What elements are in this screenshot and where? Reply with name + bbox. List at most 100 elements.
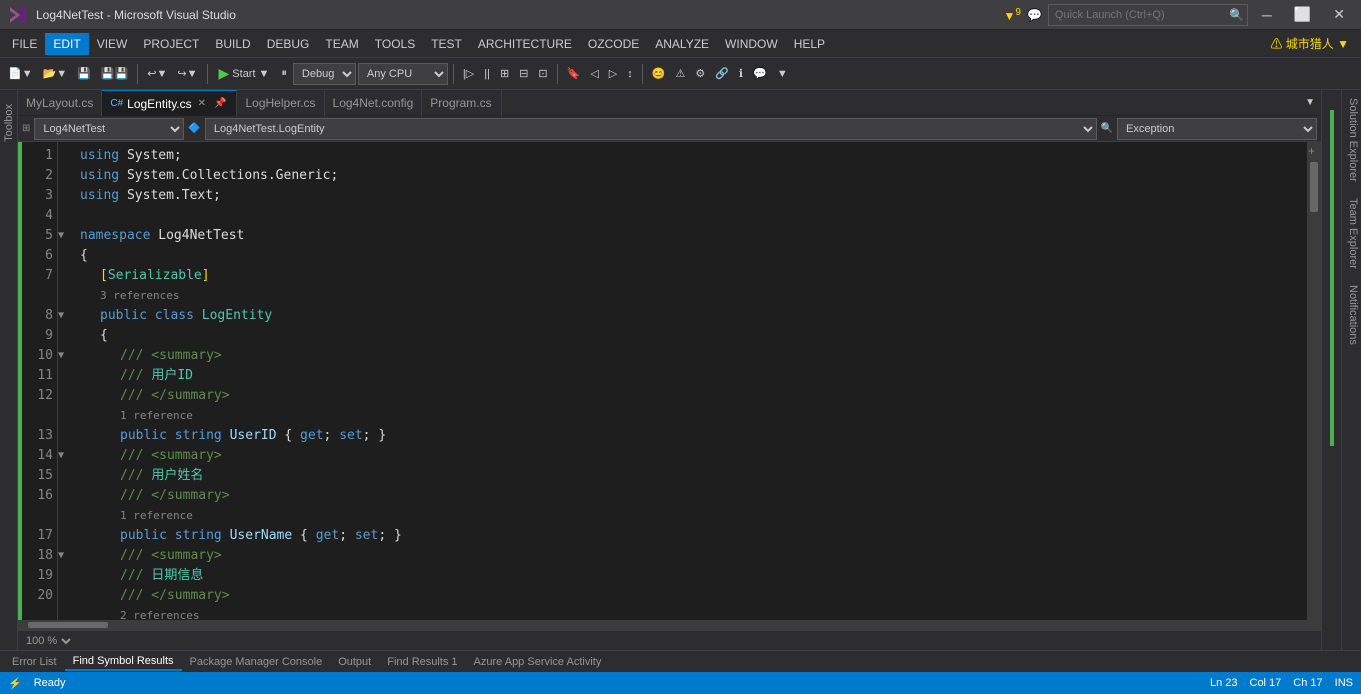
project-breadcrumb-icon: ⊞: [22, 123, 30, 134]
code-line-7: [Serializable]: [80, 266, 1299, 286]
fold-ln15: [58, 466, 72, 486]
save-all-button[interactable]: 💾💾: [97, 61, 132, 87]
redo-button[interactable]: ↪▼: [173, 61, 201, 87]
minimize-button[interactable]: ─: [1254, 0, 1280, 30]
fold-ln20b: [58, 606, 72, 620]
right-indicator-bar: [1330, 110, 1334, 446]
menu-team[interactable]: TEAM: [317, 33, 366, 55]
tab-mylayout[interactable]: MyLayout.cs: [18, 90, 102, 116]
solution-explorer-label[interactable]: Solution Explorer: [1342, 90, 1361, 190]
fold-ln5[interactable]: ▼: [58, 226, 72, 246]
tab-loghelper-label: LogHelper.cs: [245, 96, 315, 110]
toolbar-btn-f[interactable]: 🔖: [563, 61, 585, 87]
pause-button[interactable]: ⏸: [277, 61, 291, 87]
tab-logentity-pin[interactable]: 📌: [212, 98, 228, 109]
fold-ln10[interactable]: ▼: [58, 346, 72, 366]
code-line-4: [80, 206, 1299, 226]
menu-help[interactable]: HELP: [786, 33, 833, 55]
quick-launch-input[interactable]: [1048, 4, 1248, 26]
menu-tools[interactable]: TOOLS: [367, 33, 423, 55]
start-button[interactable]: ▶ Start ▼: [213, 62, 276, 86]
toolbar-btn-l[interactable]: ⚙: [691, 61, 709, 87]
tab-logentity[interactable]: C# LogEntity.cs ✕ 📌: [102, 90, 237, 116]
toolbar-btn-o[interactable]: 💬: [749, 61, 771, 87]
toolbar-btn-k[interactable]: ⚠: [671, 61, 689, 87]
scrollbar-thumb[interactable]: [1310, 162, 1318, 212]
menu-build[interactable]: BUILD: [207, 33, 258, 55]
menu-edit[interactable]: EDIT: [45, 33, 88, 55]
status-icon: ⚡: [8, 677, 22, 690]
open-button[interactable]: 📂▼: [39, 61, 72, 87]
tab-program[interactable]: Program.cs: [422, 90, 502, 116]
close-button[interactable]: ✕: [1325, 0, 1353, 30]
ln7b: 7: [22, 286, 53, 306]
menu-view[interactable]: VIEW: [89, 33, 136, 55]
bottom-tab-find-results[interactable]: Find Results 1: [379, 654, 465, 670]
menu-ozcode[interactable]: OZCODE: [580, 33, 647, 55]
toolbar-btn-m[interactable]: 🔗: [711, 61, 733, 87]
status-ready: Ready: [34, 677, 66, 689]
new-project-button[interactable]: 📄▼: [4, 61, 37, 87]
menu-window[interactable]: WINDOW: [717, 33, 786, 55]
tabs-overflow-button[interactable]: ▼: [1299, 90, 1321, 115]
notif-count: 9: [1015, 7, 1021, 18]
restore-button[interactable]: ⬜: [1286, 0, 1319, 30]
toolbar-btn-d[interactable]: ⊟: [515, 61, 532, 87]
fold-ln18[interactable]: ▼: [58, 546, 72, 566]
tab-log4net-config[interactable]: Log4Net.config: [325, 90, 423, 116]
project-dropdown[interactable]: Log4NetTest: [34, 118, 184, 140]
vertical-scrollbar[interactable]: +: [1307, 142, 1321, 620]
bottom-tab-package-manager[interactable]: Package Manager Console: [182, 654, 331, 670]
config-dropdown[interactable]: Debug: [293, 63, 356, 85]
menu-project[interactable]: PROJECT: [135, 33, 207, 55]
toolbar-btn-h[interactable]: ▷: [605, 61, 621, 87]
notifications-label[interactable]: Notifications: [1342, 277, 1361, 353]
save-button[interactable]: 💾: [73, 61, 95, 87]
fold-ln16b: [58, 506, 72, 526]
editor-footer: 100 %: [18, 630, 1321, 650]
fold-ln6: [58, 246, 72, 266]
ln10: 10: [22, 346, 53, 366]
main-area: Toolbox MyLayout.cs C# LogEntity.cs ✕ 📌 …: [0, 90, 1361, 650]
fold-ln8[interactable]: ▼: [58, 306, 72, 326]
toolbar-btn-j[interactable]: 😊: [648, 61, 670, 87]
user-profile[interactable]: ⚠ 城市猎人 ▼: [1262, 31, 1357, 56]
toolbar-btn-i[interactable]: ↕: [623, 61, 637, 87]
toolbar-btn-p[interactable]: ▼: [773, 61, 792, 87]
platform-dropdown[interactable]: Any CPU: [358, 63, 448, 85]
tab-loghelper[interactable]: LogHelper.cs: [237, 90, 324, 116]
h-scrollbar-thumb[interactable]: [28, 622, 108, 628]
toolbar-btn-a[interactable]: |▷: [459, 61, 478, 87]
bottom-tab-azure[interactable]: Azure App Service Activity: [466, 654, 610, 670]
undo-button[interactable]: ↩▼: [143, 61, 171, 87]
menu-analyze[interactable]: ANALYZE: [647, 33, 717, 55]
bottom-tab-error-list[interactable]: Error List: [4, 654, 65, 670]
bottom-tab-output[interactable]: Output: [330, 654, 379, 670]
fold-ln14[interactable]: ▼: [58, 446, 72, 466]
ln6: 6: [22, 246, 53, 266]
exception-dropdown[interactable]: Exception: [1117, 118, 1317, 140]
horizontal-scrollbar[interactable]: [18, 620, 1321, 630]
code-editor[interactable]: using System; using System.Collections.G…: [72, 142, 1307, 620]
menu-file[interactable]: FILE: [4, 33, 45, 55]
toolbar-btn-g[interactable]: ◁: [586, 61, 602, 87]
fold-ln9: [58, 326, 72, 346]
toolbar-btn-c[interactable]: ⊞: [496, 61, 513, 87]
team-explorer-label[interactable]: Team Explorer: [1342, 190, 1361, 277]
ln2: 2: [22, 166, 53, 186]
menu-debug[interactable]: DEBUG: [259, 33, 318, 55]
tab-logentity-close[interactable]: ✕: [196, 98, 208, 109]
menu-architecture[interactable]: ARCHITECTURE: [470, 33, 580, 55]
bottom-tab-find-symbol[interactable]: Find Symbol Results: [65, 653, 182, 671]
toolbar-btn-n[interactable]: ℹ: [735, 61, 747, 87]
zoom-dropdown[interactable]: 100 %: [22, 634, 74, 648]
toolbox-strip[interactable]: Toolbox: [0, 90, 18, 650]
toolbar-btn-e[interactable]: ⊡: [534, 61, 551, 87]
nav-icon: 🔷: [188, 123, 200, 134]
ln17: 17: [22, 526, 53, 546]
nav-dropdown[interactable]: Log4NetTest.LogEntity: [205, 118, 1097, 140]
menu-test[interactable]: TEST: [423, 33, 470, 55]
toolbar-btn-b[interactable]: ||: [480, 61, 494, 87]
search-container: 🔍: [1048, 4, 1248, 26]
add-line-button[interactable]: +: [1308, 144, 1315, 158]
